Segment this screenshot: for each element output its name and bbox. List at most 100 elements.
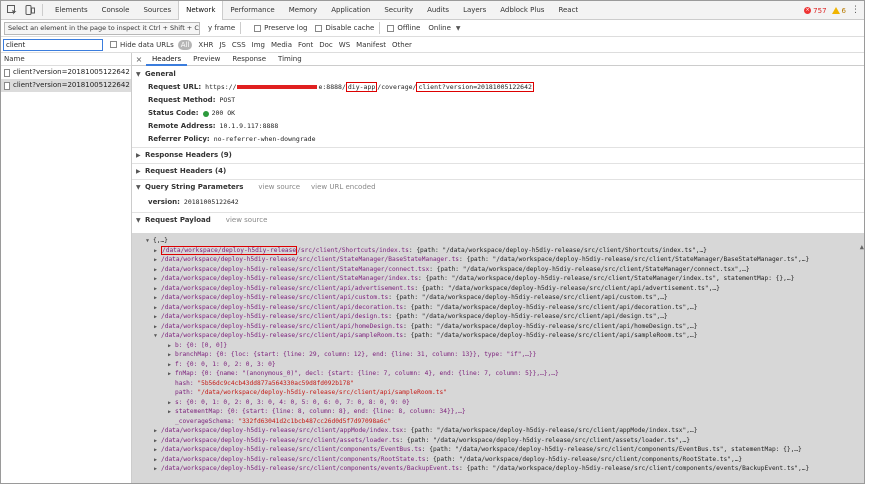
payload-entry-prefix: /data/workspace/deploy-h5diy-release (161, 436, 296, 444)
disable-cache-toggle[interactable]: Disable cache (315, 24, 374, 32)
payload-entry-path: /src/client/api/decoration.ts (295, 303, 404, 311)
filter-input[interactable] (3, 38, 103, 51)
query-params-section-header[interactable]: ▼ Query String Parameters view source vi… (132, 181, 864, 194)
payload-field-statementmap[interactable]: ▶ statementMap: {0: {start: {line: 8, col… (146, 407, 864, 417)
tab-response[interactable]: Response (226, 53, 272, 66)
request-payload-title: Request Payload (145, 216, 211, 224)
preserve-log-toggle[interactable]: Preserve log (254, 24, 307, 32)
inspect-element-icon[interactable] (5, 3, 19, 17)
warning-count-badge[interactable]: 6 (831, 7, 846, 15)
payload-entry[interactable]: ▶/data/workspace/deploy-h5diy-release/sr… (146, 436, 864, 446)
payload-entry[interactable]: ▶/data/workspace/deploy-h5diy-release/sr… (146, 284, 864, 294)
request-payload-section-header[interactable]: ▼ Request Payload view source (132, 214, 864, 227)
response-headers-title: Response Headers (9) (145, 151, 232, 159)
payload-field-b[interactable]: ▶ b: {0: [0, 0]} (146, 341, 864, 351)
payload-field-s[interactable]: ▶ s: {0: 0, 1: 0, 2: 0, 3: 0, 4: 0, 5: 0,… (146, 398, 864, 408)
preserve-log-label: Preserve log (264, 24, 308, 32)
filter-type-all[interactable]: All (177, 39, 193, 50)
payload-entry[interactable]: ▶/data/workspace/deploy-h5diy-release/sr… (146, 303, 864, 313)
toolbar-right: × 757 6 ⋮ (804, 1, 860, 20)
tab-security[interactable]: Security (377, 1, 420, 20)
offline-toggle[interactable]: Offline (387, 24, 420, 32)
disable-cache-checkbox[interactable] (315, 24, 323, 32)
payload-entry[interactable]: ▶/data/workspace/deploy-h5diy-release/sr… (146, 293, 864, 303)
payload-entry-prefix: /data/workspace/deploy-h5diy-release (161, 332, 296, 339)
tab-performance[interactable]: Performance (223, 1, 281, 20)
payload-field-f[interactable]: ▶ f: {0: 0, 1: 0, 2: 0, 3: 0} (146, 360, 864, 370)
close-icon[interactable]: × (132, 55, 146, 64)
tab-console[interactable]: Console (95, 1, 137, 20)
tab-adblock-plus[interactable]: Adblock Plus (493, 1, 551, 20)
error-icon: × (804, 7, 812, 14)
payload-field-branchmap[interactable]: ▶ branchMap: {0: {loc: {start: {line: 29,… (146, 350, 864, 360)
payload-entry[interactable]: ▶/data/workspace/deploy-h5diy-release/sr… (146, 312, 864, 322)
tab-preview[interactable]: Preview (187, 53, 226, 66)
payload-path-value: "/data/workspace/deploy-h5diy-release/sr… (197, 389, 447, 396)
payload-entry-summary: : {path: "/data/workspace/deploy-h5diy-r… (399, 436, 690, 444)
filter-type-other[interactable]: Other (392, 41, 412, 49)
payload-entry[interactable]: ▼/data/workspace/deploy-h5diy-release/sr… (146, 331, 864, 341)
tab-elements[interactable]: Elements (48, 1, 95, 20)
hide-data-urls-checkbox[interactable] (110, 41, 117, 48)
filter-type-media[interactable]: Media (271, 41, 292, 49)
payload-entry-prefix: /data/workspace/deploy-h5diy-release (161, 446, 296, 453)
payload-entry-summary: : {path: "/data/workspace/deploy-h5diy-r… (388, 294, 668, 301)
general-section-header[interactable]: ▼ General (132, 68, 864, 81)
hide-data-urls-toggle[interactable]: Hide data URLs (110, 41, 174, 49)
response-headers-section-header[interactable]: ▶ Response Headers (9) (132, 149, 864, 162)
error-count-badge[interactable]: × 757 (804, 7, 827, 15)
filter-type-css[interactable]: CSS (232, 41, 246, 49)
request-url-label: Request URL: (148, 83, 202, 91)
tab-network[interactable]: Network (178, 1, 224, 20)
preserve-log-checkbox[interactable] (254, 24, 262, 32)
tab-react[interactable]: React (551, 1, 585, 20)
scroll-indicator-icon[interactable]: ▲ (860, 243, 864, 251)
payload-entry[interactable]: ▶/data/workspace/deploy-h5diy-release/sr… (146, 255, 864, 265)
payload-entry-path: /src/client/components/events/BackupEven… (295, 465, 460, 472)
version-param-label: version: (148, 198, 180, 206)
throttle-select[interactable]: Online ▼ (428, 24, 460, 32)
request-headers-section-header[interactable]: ▶ Request Headers (4) (132, 165, 864, 178)
payload-entry[interactable]: ▶/data/workspace/deploy-h5diy-release/sr… (146, 426, 864, 436)
filter-type-doc[interactable]: Doc (319, 41, 333, 49)
tab-memory[interactable]: Memory (282, 1, 324, 20)
filter-type-xhr[interactable]: XHR (198, 41, 213, 49)
payload-entry[interactable]: ▶/data/workspace/deploy-h5diy-release/sr… (146, 445, 864, 455)
payload-entry[interactable]: ▶/data/workspace/deploy-h5diy-release/sr… (146, 265, 864, 275)
view-url-encoded-link[interactable]: view URL encoded (311, 181, 376, 194)
filter-type-font[interactable]: Font (298, 41, 313, 49)
payload-entry[interactable]: ▶/data/workspace/deploy-h5diy-release/sr… (146, 245, 864, 256)
view-source-link[interactable]: view source (258, 181, 300, 194)
payload-entry-path: /src/client/StateManager/connect.tsx (295, 265, 430, 273)
payload-root[interactable]: ▼ {,…} (146, 236, 864, 246)
request-row-selected[interactable]: client?version=20181005122642 (1, 79, 131, 92)
payload-entry-prefix: /data/workspace/deploy-h5diy-release (161, 313, 296, 320)
warning-icon (831, 7, 840, 14)
request-row[interactable]: client?version=20181005122642 (1, 66, 131, 79)
section-divider (132, 179, 864, 180)
offline-checkbox[interactable] (387, 24, 395, 32)
tab-application[interactable]: Application (324, 1, 377, 20)
payload-entry-prefix: /data/workspace/deploy-h5diy-release (161, 275, 296, 282)
name-column-header[interactable]: Name (1, 53, 131, 66)
payload-view-source-link[interactable]: view source (226, 214, 268, 227)
payload-entry[interactable]: ▶/data/workspace/deploy-h5diy-release/sr… (146, 274, 864, 284)
tab-sources[interactable]: Sources (136, 1, 178, 20)
file-icon (4, 81, 10, 90)
payload-entry[interactable]: ▶/data/workspace/deploy-h5diy-release/sr… (146, 455, 864, 465)
tab-headers[interactable]: Headers (146, 53, 188, 66)
tab-timing[interactable]: Timing (272, 53, 308, 66)
more-options-icon[interactable]: ⋮ (851, 6, 860, 15)
filter-type-js[interactable]: JS (219, 41, 226, 49)
filter-type-manifest[interactable]: Manifest (356, 41, 386, 49)
triangle-down-icon: ▼ (154, 333, 158, 339)
tab-layers[interactable]: Layers (456, 1, 493, 20)
payload-entry-path: /src/client/assets/loader.ts (295, 436, 400, 444)
filter-type-ws[interactable]: WS (339, 41, 350, 49)
payload-entry[interactable]: ▶/data/workspace/deploy-h5diy-release/sr… (146, 464, 864, 474)
payload-entry[interactable]: ▶/data/workspace/deploy-h5diy-release/sr… (146, 322, 864, 332)
device-toolbar-icon[interactable] (23, 3, 37, 17)
filter-type-img[interactable]: Img (252, 41, 265, 49)
tab-audits[interactable]: Audits (420, 1, 456, 20)
payload-field-fnmap[interactable]: ▶ fnMap: {0: {name: "(anonymous_0)", decl… (146, 369, 864, 379)
